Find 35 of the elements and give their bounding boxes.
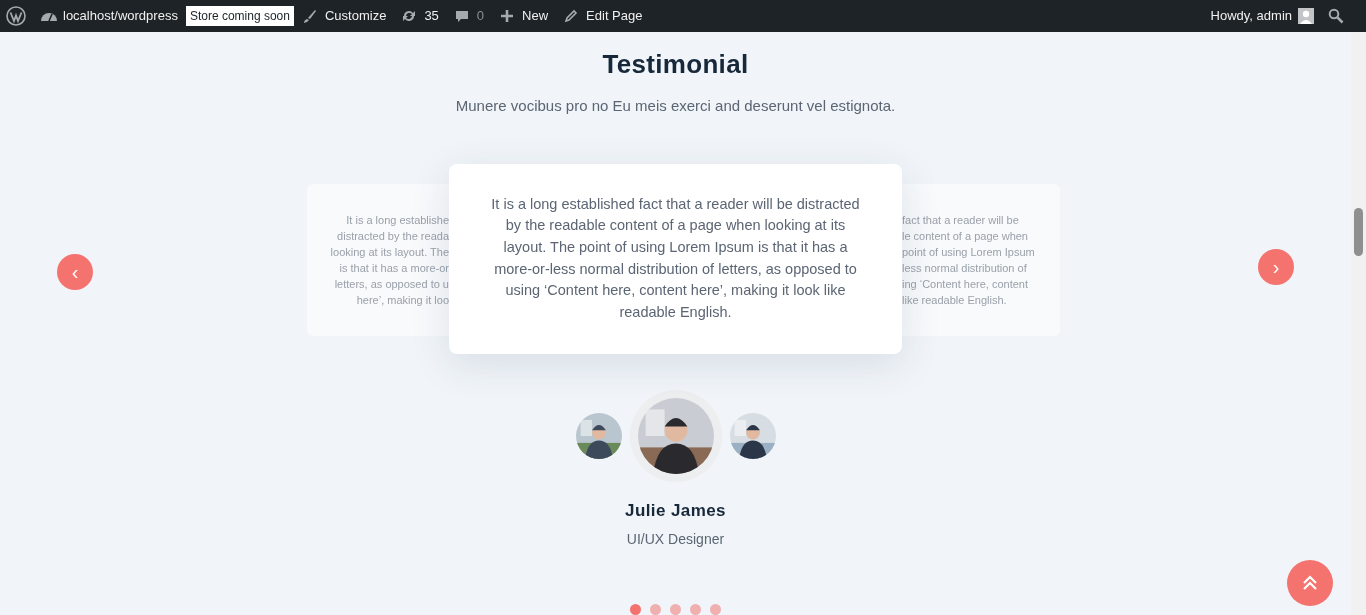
faded-quote-line: point of using Lorem Ipsum <box>902 244 1035 260</box>
site-link[interactable]: localhost/wordpress <box>63 6 178 26</box>
plus-icon[interactable] <box>499 8 516 24</box>
faded-quote-line: here’, making it loo <box>356 292 449 308</box>
faded-quote-line: It is a long establishe <box>346 212 449 228</box>
faded-quote-line: le content of a page when <box>902 228 1028 244</box>
faded-quote-line: ing ‘Content here, content <box>902 276 1028 292</box>
testimonial-quote: It is a long established fact that a reader will be distracted by the readable content of a page when looking at its layout. The point of using Lorem Ipsum is that it has a more-or-less normal distribution of letters, as opposed to using ‘Content here, content here’, making it look like readable English. <box>490 194 861 322</box>
toolbar-link[interactable]: Customize <box>324 6 387 26</box>
pencil-icon[interactable] <box>563 8 580 24</box>
comment-icon[interactable] <box>453 8 470 24</box>
comment-count[interactable]: 0 <box>476 6 485 26</box>
double-chevron-up-icon <box>1302 575 1318 591</box>
section-title: Testimonial <box>602 49 749 79</box>
faded-quote-line: less normal distribution of <box>902 260 1027 276</box>
scrollbar-thumb[interactable] <box>1354 208 1363 256</box>
store-status-badge[interactable]: Store coming soon <box>185 6 294 26</box>
brush-icon[interactable] <box>301 8 318 24</box>
search-icon[interactable] <box>1328 8 1344 24</box>
person-role: UI/UX Designer <box>626 530 725 549</box>
wordpress-logo-icon[interactable] <box>6 6 26 26</box>
toolbar-link[interactable]: New <box>522 6 549 26</box>
user-greeting[interactable]: Howdy, admin <box>1210 6 1292 26</box>
person-name: Julie James <box>625 499 726 522</box>
faded-quote-line: like readable English. <box>902 292 1007 308</box>
faded-quote-line: is that it has a more-or <box>339 260 449 276</box>
back-to-top-button[interactable] <box>1287 560 1333 606</box>
toolbar-link[interactable]: Edit Page <box>586 6 643 26</box>
faded-quote-line: looking at its layout. The <box>330 244 449 260</box>
refresh-icon[interactable] <box>401 8 418 24</box>
section-subtitle: Munere vocibus pro no Eu meis exerci and deserunt vel estignota. <box>455 96 896 116</box>
faded-quote-line: distracted by the reada <box>337 228 449 244</box>
faded-quote-line: fact that a reader will be <box>902 212 1019 228</box>
faded-quote-line: letters, as opposed to u <box>334 276 449 292</box>
update-count[interactable]: 35 <box>424 6 439 26</box>
